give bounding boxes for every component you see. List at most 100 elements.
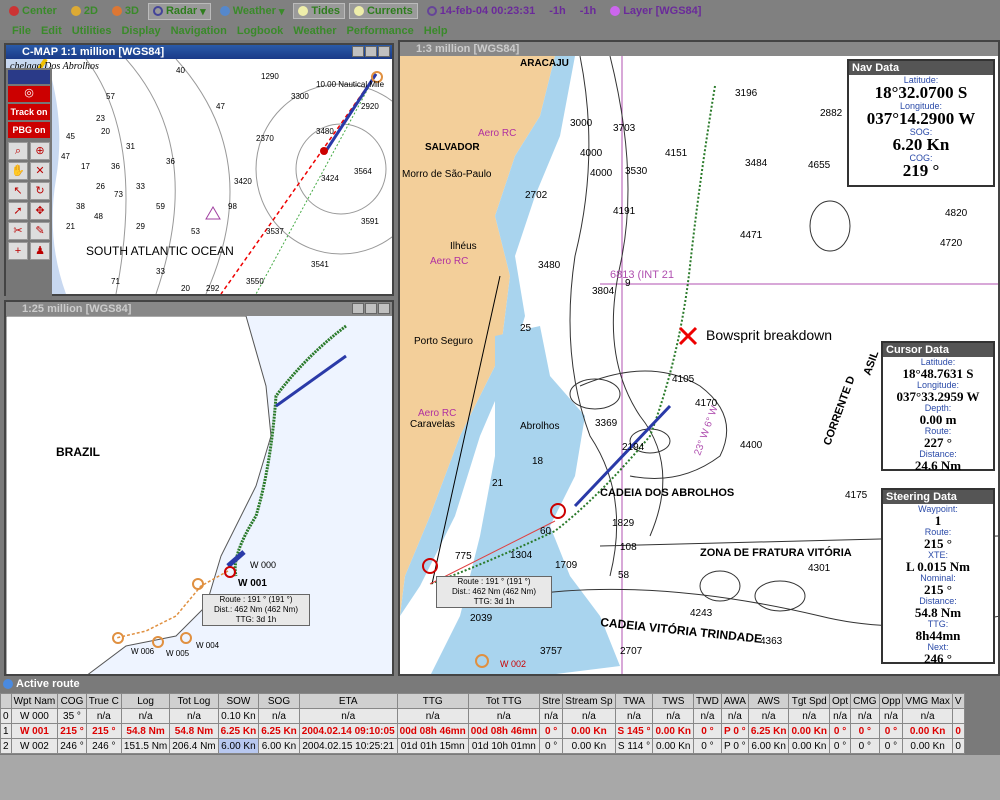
route-header-cell[interactable]: TTG	[396, 693, 469, 709]
route-header-cell[interactable]: COG	[57, 693, 87, 709]
route-header-cell[interactable]: True C	[85, 693, 122, 709]
table-cell: 0 °	[829, 723, 852, 739]
weather-button[interactable]: Weather ▾	[215, 3, 290, 20]
route-header-cell[interactable]: TWA	[614, 693, 654, 709]
maximize-button[interactable]	[365, 46, 377, 57]
maximize-button[interactable]	[365, 303, 377, 314]
pbg-on-button[interactable]: PBG on	[8, 122, 50, 138]
overview-route-tooltip: Route : 191 ° (191 °) Dist.: 462 Nm (462…	[202, 594, 310, 626]
steering-data-panel[interactable]: Steering Data Waypoint: 1 Route: 215 ° X…	[881, 488, 995, 665]
layer-selector[interactable]: Layer [WGS84]	[605, 3, 706, 19]
currents-icon	[353, 6, 364, 16]
table-cell: W 001	[10, 723, 59, 739]
hand-icon[interactable]: ✋	[8, 162, 28, 180]
3d-button[interactable]: 3D	[107, 3, 144, 19]
target-button[interactable]: ◎	[8, 86, 50, 102]
route-header-cell[interactable]: CMG	[850, 693, 880, 709]
route-header-cell[interactable]: Tgt Spd	[788, 693, 831, 709]
route-header-cell[interactable]: AWS	[747, 693, 790, 709]
menu-utilities[interactable]: Utilities	[72, 25, 112, 37]
center-button[interactable]: Center	[4, 3, 62, 19]
table-row[interactable]: 2W 002 246 ° 246 ° 151.5 Nm 206.4 Nm 6.00 Kn 6…	[0, 738, 965, 754]
pencil-icon[interactable]: ✎	[30, 222, 50, 240]
route-header-cell[interactable]: Tot Log	[169, 693, 219, 709]
route-header-cell[interactable]: Wpt Nam	[10, 693, 59, 709]
crosshair-icon[interactable]: ⊕	[30, 142, 50, 160]
depth: 98	[228, 202, 237, 211]
route-header-cell[interactable]	[0, 693, 12, 709]
cursor-icon[interactable]: ↖	[8, 182, 28, 200]
depth: 17	[81, 162, 90, 171]
radar-button[interactable]: Radar ▾	[147, 2, 211, 20]
table-cell: n/a	[614, 708, 654, 724]
route-header-cell[interactable]: Stre	[538, 693, 564, 709]
menu-weather[interactable]: Weather	[293, 25, 336, 37]
cmap-1m-map[interactable]: chelago Dos Abrolhos SOUTH ATLANTIC OCEA…	[6, 59, 392, 294]
table-cell: 0.00 Kn	[902, 738, 953, 754]
cursor-data-panel[interactable]: Cursor Data Latitude: 18°48.7631 S Longi…	[881, 341, 995, 472]
plus-icon[interactable]: +	[8, 242, 28, 260]
route-header-row: Wpt Nam COG True C Log Tot Log SOW SOG ETA TTG To…	[0, 693, 965, 709]
route-header-cell[interactable]: SOW	[217, 693, 260, 709]
pointer-icon[interactable]: ➚	[8, 202, 28, 220]
route-header-cell[interactable]: Stream Sp	[562, 693, 616, 709]
menu-help[interactable]: Help	[424, 25, 448, 37]
route-header-cell[interactable]: TWD	[693, 693, 722, 709]
color-swatch[interactable]	[8, 70, 50, 84]
menu-edit[interactable]: Edit	[41, 25, 62, 37]
overview-map[interactable]: BRAZIL W 000 W 001 W 004 W 005 W 006	[6, 316, 392, 676]
waypoint-w004-label: W 004	[196, 641, 220, 650]
rotate-icon[interactable]: ↻	[30, 182, 50, 200]
nav-data-panel[interactable]: Nav Data Latitude: 18°32.0700 S Longitud…	[847, 59, 995, 187]
scissors-icon[interactable]: ✂	[8, 222, 28, 240]
table-cell: 0.00 Kn	[652, 723, 695, 739]
minimize-button[interactable]	[352, 303, 364, 314]
depth: 33	[136, 182, 145, 191]
menu-file[interactable]: File	[12, 25, 31, 37]
route-header-cell[interactable]: VMG Max	[902, 693, 953, 709]
person-icon[interactable]: ♟	[30, 242, 50, 260]
overview-window[interactable]: 1:25 million [WGS84] BRAZIL W 000 W 001 …	[4, 300, 394, 676]
country-brazil: BRAZIL	[56, 445, 100, 459]
table-row[interactable]: 0W 000 35 ° n/a n/a n/a 0.10 Kn n/a n/a n/a n/a n/…	[0, 708, 965, 724]
cross-icon[interactable]: ✕	[30, 162, 50, 180]
menu-navigation[interactable]: Navigation	[171, 25, 227, 37]
depth: 4175	[845, 490, 868, 501]
menu-performance[interactable]: Performance	[346, 25, 413, 37]
route-header-cell[interactable]: SOG	[258, 693, 300, 709]
minimize-button[interactable]	[352, 46, 364, 57]
route-header-cell[interactable]: V	[951, 693, 965, 709]
currents-button[interactable]: Currents	[348, 3, 418, 19]
depth: 3000	[570, 118, 593, 129]
route-header-cell[interactable]: ETA	[298, 693, 398, 709]
active-route-titlebar[interactable]: Active route	[0, 676, 1000, 692]
active-route-table: Wpt Nam COG True C Log Tot Log SOW SOG ETA TTG To…	[0, 693, 965, 754]
depth: 4191	[613, 206, 636, 217]
route-header-cell[interactable]: Tot TTG	[467, 693, 540, 709]
zoom-icon[interactable]: ⌕	[8, 142, 28, 160]
cmap-1m-window[interactable]: C-MAP 1:1 million [WGS84] chelago Dos Ab…	[4, 43, 394, 296]
time-back-button[interactable]: -1h	[544, 3, 571, 19]
latitude-value: 18°32.0700 S	[874, 83, 968, 102]
time-display[interactable]: 14-feb-04 00:23:31	[422, 3, 540, 19]
close-button[interactable]	[378, 303, 390, 314]
table-cell: 00d 08h 46mn	[467, 723, 540, 739]
menu-display[interactable]: Display	[121, 25, 160, 37]
route-header-cell[interactable]: Opp	[878, 693, 904, 709]
time-forward-button[interactable]: -1h	[575, 3, 602, 19]
close-button[interactable]	[378, 46, 390, 57]
move-icon[interactable]: ✥	[30, 202, 50, 220]
track-on-button[interactable]: Track on	[8, 104, 50, 120]
2d-button[interactable]: 2D	[66, 3, 103, 19]
route-header-cell[interactable]: Log	[120, 693, 171, 709]
place-aracaju: ARACAJU	[520, 58, 569, 69]
route-header-cell[interactable]: Opt	[829, 693, 852, 709]
route-header-cell[interactable]: TWS	[652, 693, 695, 709]
tides-button[interactable]: Tides	[293, 3, 345, 19]
route-header-cell[interactable]: AWA	[720, 693, 749, 709]
table-row[interactable]: 1W 001 215 ° 215 ° 54.8 Nm 54.8 Nm 6.25 Kn 6.2…	[0, 723, 965, 739]
menu-logbook[interactable]: Logbook	[237, 25, 283, 37]
table-cell: n/a	[396, 708, 469, 724]
depth: 33	[156, 267, 165, 276]
xte-value: L 0.015 Nm	[906, 559, 970, 574]
